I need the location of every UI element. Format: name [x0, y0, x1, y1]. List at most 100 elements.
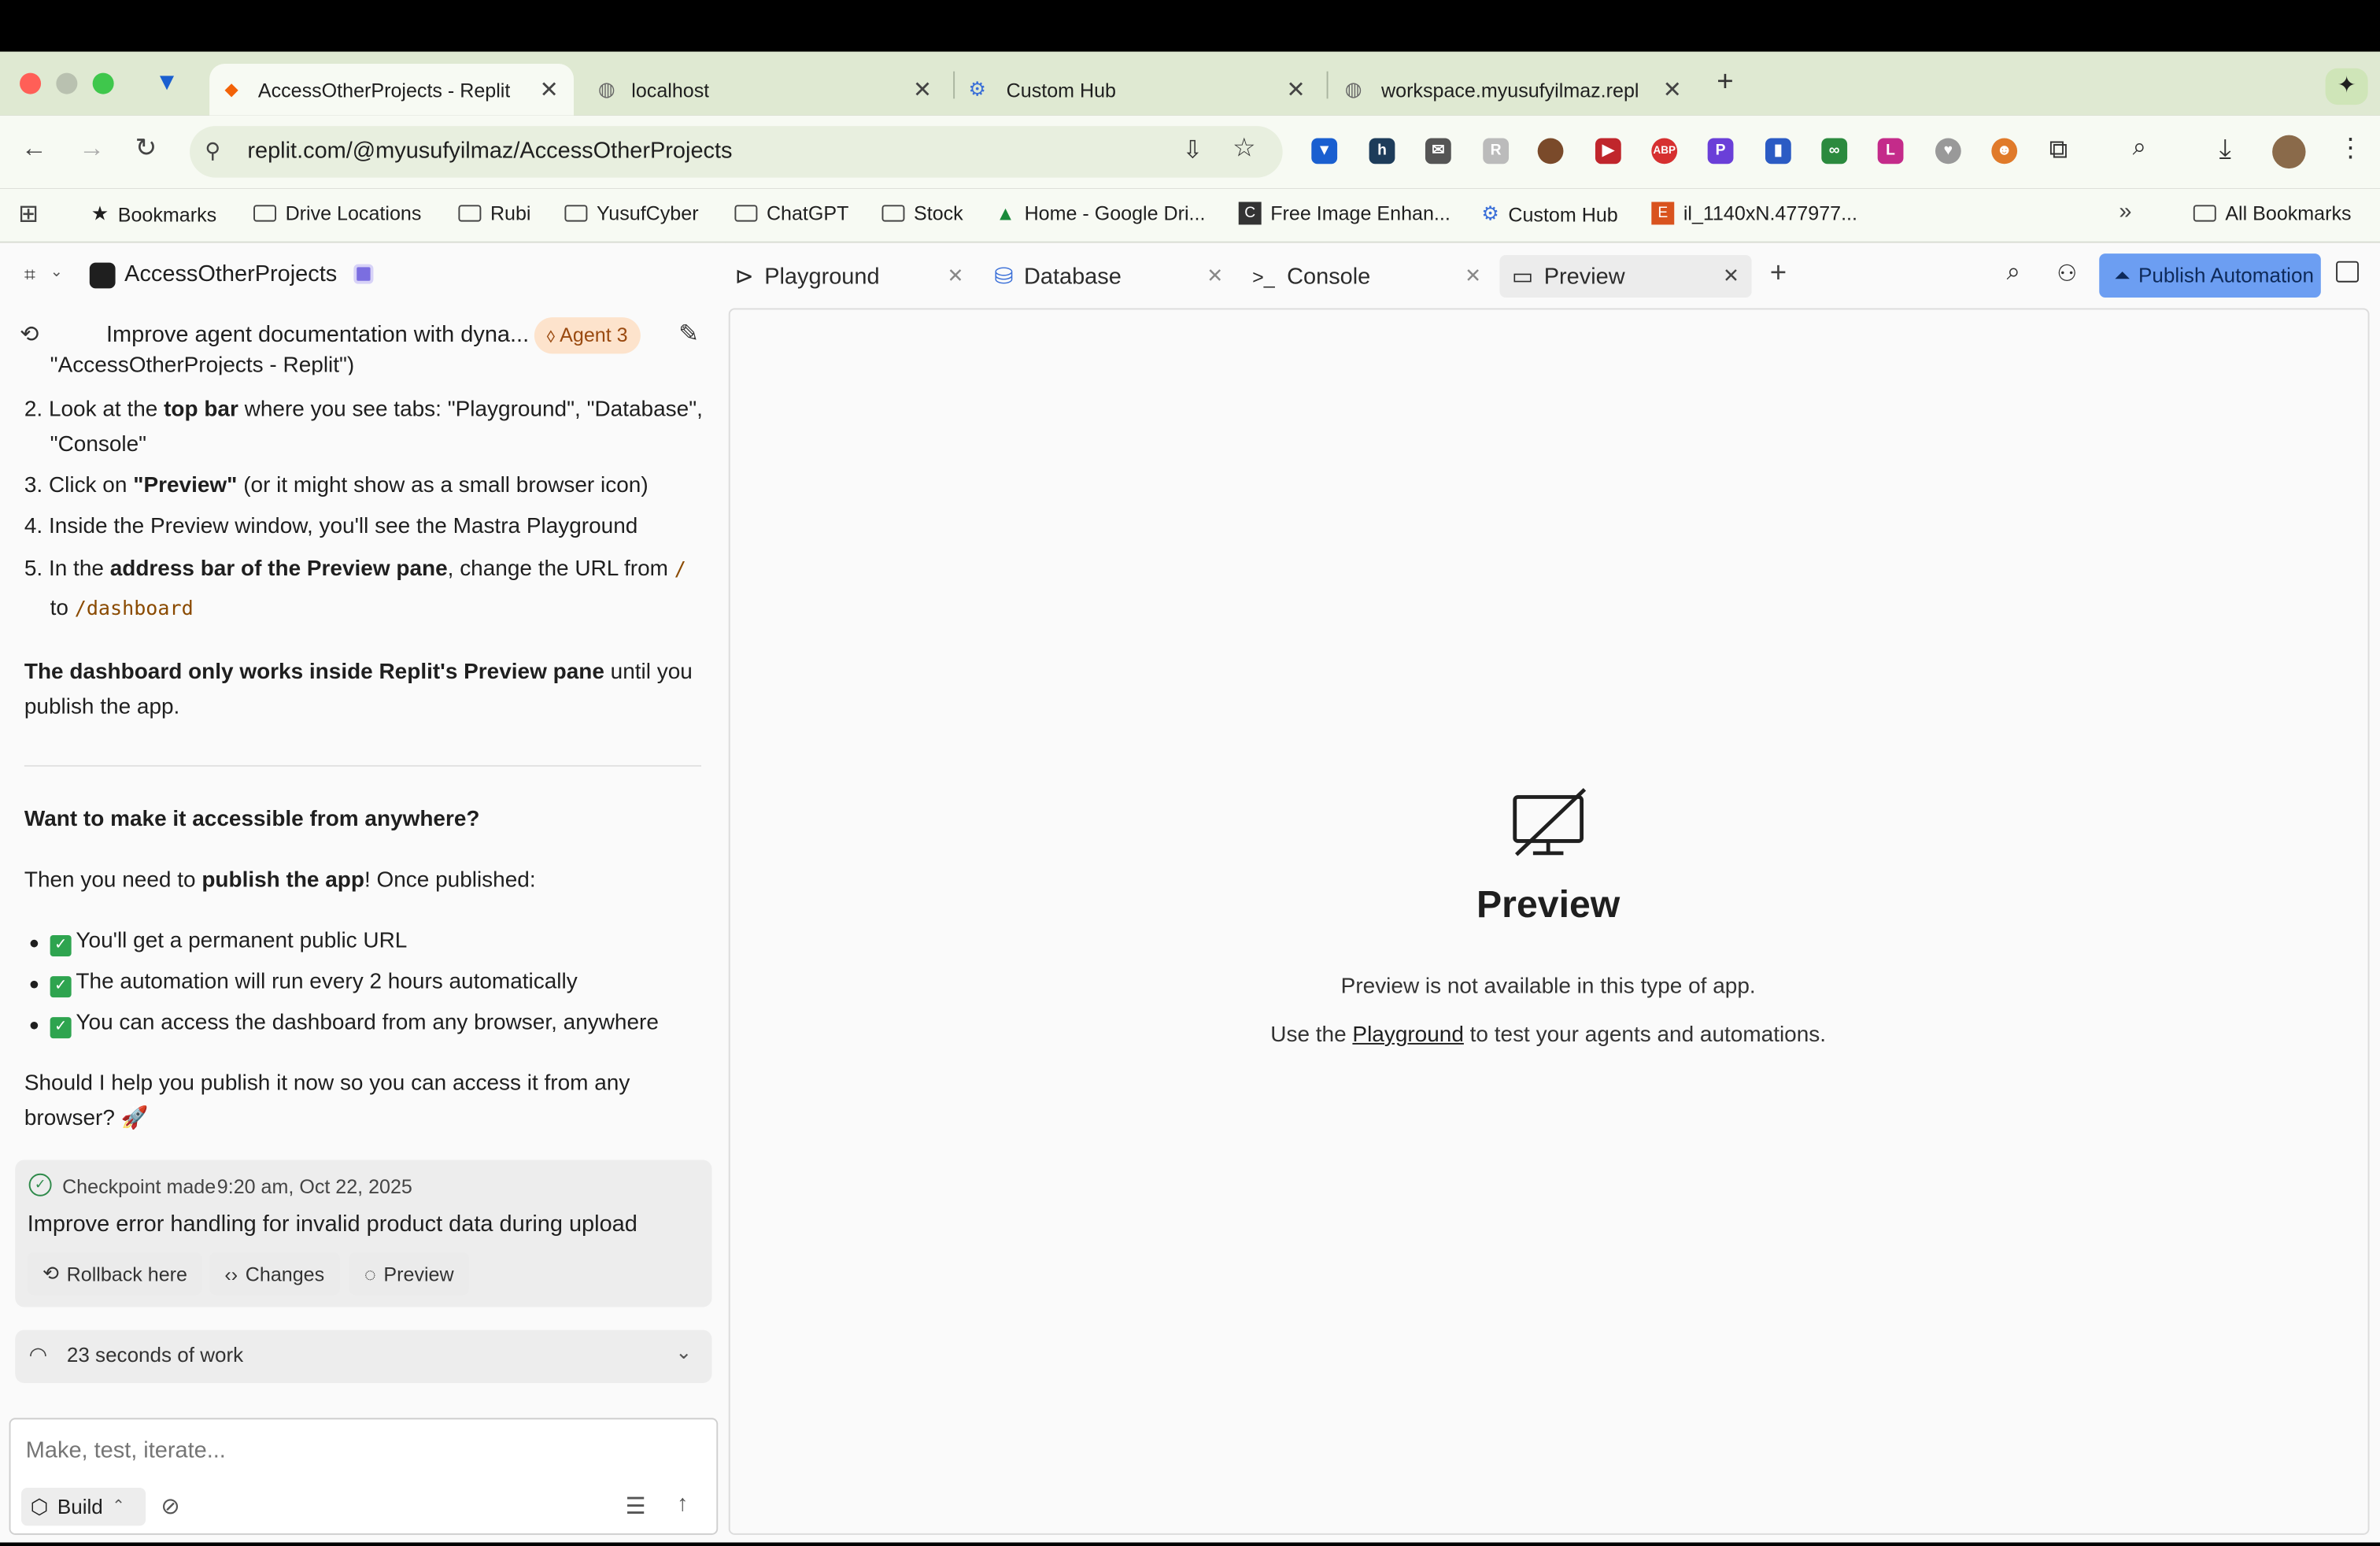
avatar[interactable]	[2272, 135, 2306, 169]
close-icon[interactable]: ✕	[947, 264, 963, 289]
chat-input[interactable]	[25, 1433, 694, 1467]
star-icon: ★	[91, 202, 109, 225]
download-icon[interactable]: ⤓	[2219, 134, 2231, 166]
mode-selector[interactable]: ⬡ Build ⌃	[21, 1488, 146, 1526]
mail-icon[interactable]: ✉	[1425, 138, 1451, 165]
extension-icon[interactable]: L	[1877, 138, 1904, 165]
folder-icon	[734, 205, 758, 222]
pinned-tab-icon[interactable]: ▼	[155, 70, 179, 98]
minimize-window-button[interactable]	[56, 72, 78, 94]
extension-icon[interactable]: ▶	[1595, 138, 1621, 165]
extension-icon[interactable]: ☻	[1991, 138, 2018, 165]
history-icon[interactable]: ⟲	[20, 320, 39, 348]
chat-title[interactable]: Improve agent documentation with dyna...	[106, 322, 529, 348]
close-icon[interactable]: ✕	[1286, 76, 1305, 103]
add-tab-icon[interactable]: +	[1770, 258, 1787, 291]
replit-logo-icon[interactable]: ⌗	[24, 263, 35, 287]
tab-localhost[interactable]: ◍ localhost ✕	[583, 64, 948, 116]
tab-preview[interactable]: ▭ Preview ✕	[1499, 255, 1752, 298]
gauge-icon: ◠	[28, 1341, 48, 1367]
attach-icon[interactable]: ⊘	[161, 1492, 179, 1520]
checkpoint-time: 9:20 am, Oct 22, 2025	[216, 1174, 412, 1198]
cookie-icon[interactable]	[1537, 138, 1564, 165]
close-window-button[interactable]	[20, 72, 42, 94]
playground-link[interactable]: Playground	[1352, 1023, 1463, 1048]
bookmark-item[interactable]: ▲ Home - Google Dri...	[996, 202, 1205, 225]
extension-icon[interactable]: R	[1483, 138, 1510, 165]
chevron-up-icon: ⌃	[112, 1498, 125, 1515]
menu-kebab-icon[interactable]: ⋮	[2338, 134, 2363, 165]
publish-automation-button[interactable]: ⏶ Publish Automation	[2099, 253, 2321, 298]
preview-button[interactable]: ◌ Preview	[349, 1252, 469, 1296]
bookmark-item[interactable]: Eil_1140xN.477977...	[1651, 202, 1857, 225]
tab-console[interactable]: >_ Console ✕	[1252, 255, 1492, 298]
rollback-button[interactable]: ⟲ Rollback here	[27, 1252, 203, 1296]
gemini-icon[interactable]: ✦	[2325, 68, 2368, 105]
invite-user-icon[interactable]: ⚇	[2057, 260, 2077, 287]
close-icon[interactable]: ✕	[913, 76, 932, 103]
chart-icon[interactable]: ▮	[1765, 138, 1791, 165]
tab-separator	[953, 71, 955, 99]
send-arrow-icon[interactable]: ↑	[677, 1491, 688, 1517]
apps-grid-icon[interactable]: ⊞	[18, 199, 39, 230]
preview-icon: ◌	[364, 1262, 376, 1285]
site-settings-icon[interactable]: ⚲	[205, 139, 220, 165]
close-icon[interactable]: ✕	[1207, 264, 1223, 289]
chevron-right-double-icon[interactable]: »	[2119, 199, 2131, 225]
puzzle-icon[interactable]: ⧉	[2049, 135, 2068, 166]
glasses-icon[interactable]: ∞	[1821, 138, 1848, 165]
tab-title: localhost	[631, 78, 710, 102]
bookmark-folder[interactable]: Rubi	[458, 202, 531, 224]
close-icon[interactable]: ✕	[1663, 76, 1682, 103]
extension-icon[interactable]: h	[1369, 138, 1395, 165]
bookmark-item[interactable]: ⚙ Custom Hub	[1481, 202, 1617, 227]
tab-replit[interactable]: ⬥ AccessOtherProjects - Replit ✕	[209, 64, 575, 116]
maximize-window-button[interactable]	[92, 72, 114, 94]
chevron-down-icon[interactable]: ⌄	[675, 1341, 692, 1365]
tab-custom-hub[interactable]: ⚙ Custom Hub ✕	[956, 64, 1321, 116]
forward-arrow-icon[interactable]: →	[79, 134, 105, 165]
tab-workspace[interactable]: ◍ workspace.myusufyilmaz.repl ✕	[1332, 64, 1697, 116]
install-app-icon[interactable]: ⇩	[1182, 135, 1203, 166]
tab-separator	[1326, 71, 1329, 99]
adblock-icon[interactable]: ABP	[1651, 138, 1678, 165]
close-icon[interactable]: ✕	[1465, 264, 1481, 289]
preview-message: Preview is not available in this type of…	[1340, 975, 1756, 1000]
settings-sliders-icon[interactable]: ☰	[626, 1492, 646, 1520]
bookmark-folder[interactable]: ChatGPT	[734, 202, 848, 224]
step-item: 4. Inside the Preview window, you'll see…	[24, 514, 638, 539]
agent-badge[interactable]: ⬨ Agent 3	[534, 317, 641, 354]
close-icon[interactable]: ✕	[1723, 264, 1739, 289]
extension-icon[interactable]: ▼	[1311, 138, 1338, 165]
agent-icon: ⬨	[546, 323, 560, 346]
step-item: 5. In the address bar of the Preview pan…	[24, 557, 686, 582]
tab-database[interactable]: ⛁ Database ✕	[994, 255, 1234, 298]
new-chat-icon[interactable]: ✎	[678, 319, 699, 350]
url-text[interactable]: replit.com/@myusufyilmaz/AccessOtherProj…	[247, 139, 732, 165]
all-bookmarks-folder[interactable]: All Bookmarks	[2193, 202, 2352, 224]
bookmark-item[interactable]: C Free Image Enhan...	[1238, 202, 1451, 225]
extension-icon[interactable]: P	[1707, 138, 1734, 165]
back-arrow-icon[interactable]: ←	[21, 134, 47, 165]
bookmark-folder[interactable]: Drive Locations	[253, 202, 421, 224]
changes-button[interactable]: ‹› Changes	[209, 1252, 340, 1296]
rocket-icon: ⏶	[2114, 263, 2131, 287]
heart-icon[interactable]: ♥	[1935, 138, 1961, 165]
bookmark-folder[interactable]: Stock	[881, 202, 963, 224]
tab-search-icon[interactable]: ⌕	[2133, 135, 2146, 163]
toggle-panel-icon[interactable]	[2336, 261, 2360, 283]
globe-icon: ◍	[597, 77, 615, 101]
folder-icon	[881, 205, 905, 222]
new-tab-icon[interactable]: +	[1717, 67, 1733, 100]
project-name[interactable]: AccessOtherProjects	[124, 261, 337, 287]
tab-playground[interactable]: ⊳ Playground ✕	[734, 255, 974, 298]
reload-icon[interactable]: ↻	[135, 134, 157, 165]
bookmark-folder[interactable]: YusufCyber	[564, 202, 699, 224]
star-icon[interactable]: ☆	[1232, 134, 1255, 165]
bookmark-item[interactable]: ★ Bookmarks	[91, 202, 216, 227]
checkpoint-label: Checkpoint made	[62, 1174, 216, 1198]
close-icon[interactable]: ✕	[539, 76, 558, 103]
search-icon[interactable]: ⌕	[2007, 260, 2020, 287]
globe-icon: ◍	[1344, 77, 1362, 101]
chevron-down-icon[interactable]: ⌄	[50, 264, 63, 281]
